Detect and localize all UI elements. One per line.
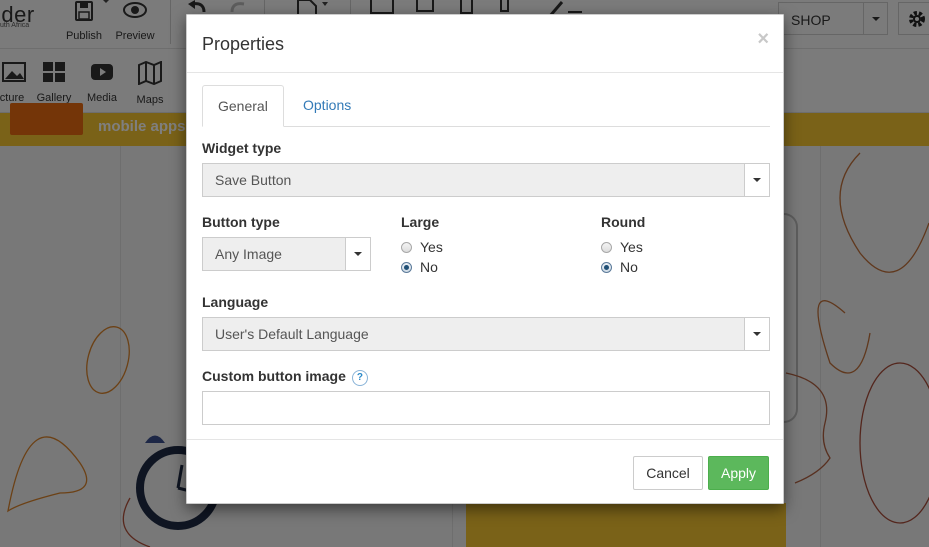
apply-button[interactable]: Apply — [708, 456, 769, 490]
tab-options[interactable]: Options — [288, 85, 366, 127]
round-no-label: No — [620, 259, 638, 275]
round-label: Round — [601, 214, 646, 230]
widget-type-dropdown-button[interactable] — [744, 164, 769, 196]
custom-button-image-label: Custom button image — [202, 368, 346, 384]
close-icon[interactable]: × — [757, 29, 769, 49]
large-no-label: No — [420, 259, 438, 275]
language-select[interactable]: User's Default Language — [202, 317, 770, 351]
dialog-header: Properties × — [187, 15, 783, 73]
help-icon[interactable]: ? — [351, 370, 368, 386]
language-dropdown-button[interactable] — [744, 318, 769, 350]
large-no-option[interactable]: No — [401, 258, 438, 276]
round-yes-option[interactable]: Yes — [601, 238, 643, 256]
round-yes-label: Yes — [620, 239, 643, 255]
button-type-dropdown-button[interactable] — [345, 238, 370, 270]
large-no-radio[interactable] — [401, 262, 412, 273]
chevron-down-icon — [753, 332, 761, 336]
button-type-label: Button type — [202, 214, 280, 230]
tab-general[interactable]: General — [202, 85, 284, 127]
language-value: User's Default Language — [215, 326, 369, 342]
dialog-tabs: General Options — [202, 85, 770, 127]
chevron-down-icon — [753, 178, 761, 182]
cancel-button[interactable]: Cancel — [633, 456, 703, 490]
round-yes-radio[interactable] — [601, 242, 612, 253]
dialog-footer: Cancel Apply — [187, 439, 783, 504]
button-type-select[interactable]: Any Image — [202, 237, 371, 271]
widget-type-value: Save Button — [215, 172, 292, 188]
large-yes-label: Yes — [420, 239, 443, 255]
custom-button-image-input[interactable] — [202, 391, 770, 425]
properties-dialog: Properties × General Options Widget type… — [186, 14, 784, 504]
large-yes-radio[interactable] — [401, 242, 412, 253]
widget-type-label: Widget type — [202, 140, 282, 156]
round-no-radio[interactable] — [601, 262, 612, 273]
large-label: Large — [401, 214, 440, 230]
chevron-down-icon — [354, 252, 362, 256]
large-yes-option[interactable]: Yes — [401, 238, 443, 256]
custom-button-image-label-row: Custom button image? — [202, 368, 368, 386]
button-type-value: Any Image — [215, 246, 282, 262]
language-label: Language — [202, 294, 269, 310]
dialog-title: Properties — [202, 34, 285, 54]
round-no-option[interactable]: No — [601, 258, 638, 276]
widget-type-select[interactable]: Save Button — [202, 163, 770, 197]
